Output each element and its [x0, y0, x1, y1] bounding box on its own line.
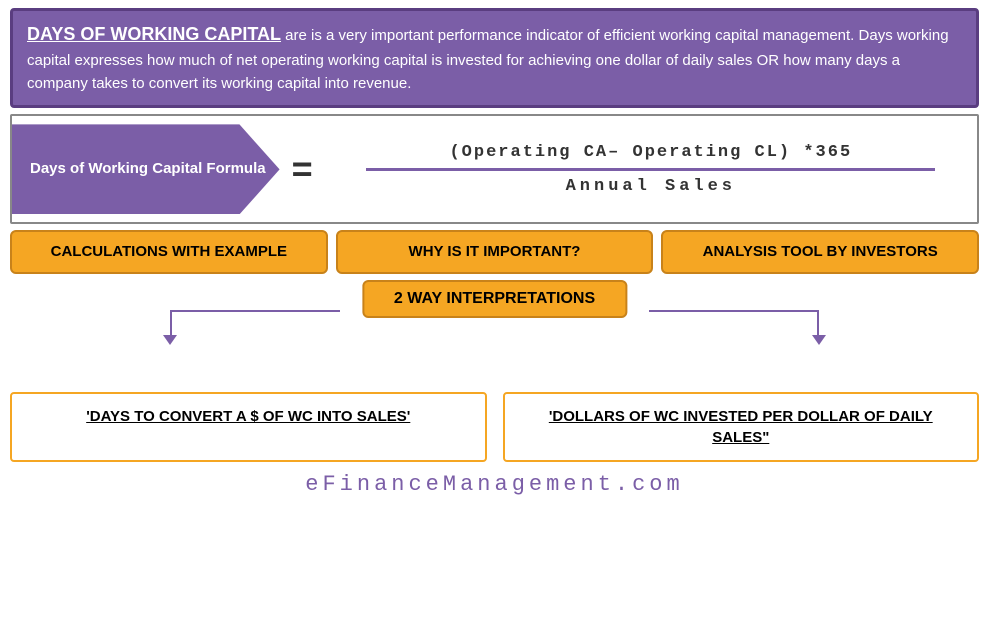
interp-card-days: 'DAYS TO CONVERT A $ OF WC INTO SALES' — [10, 392, 487, 462]
header-box: DAYS OF WORKING CAPITAL are is a very im… — [10, 8, 979, 108]
formula-row: Days of Working Capital Formula = (Opera… — [10, 114, 979, 224]
formula-arrow-label: Days of Working Capital Formula — [12, 124, 280, 214]
arrow-right-horizontal — [649, 310, 819, 312]
arrowhead-right — [812, 335, 826, 345]
calc-button[interactable]: CALCULATIONS WITH EXAMPLE — [10, 230, 328, 274]
fraction-denominator: Annual Sales — [566, 173, 736, 196]
fraction-line — [366, 168, 935, 171]
header-title: DAYS OF WORKING CAPITAL — [27, 24, 281, 44]
interpretations-button[interactable]: 2 WAY INTERPRETATIONS — [362, 280, 627, 318]
arrowhead-left — [163, 335, 177, 345]
arrow-left-vertical — [170, 310, 172, 338]
fraction-numerator: (Operating CA– Operating CL) *365 — [449, 143, 852, 166]
why-button[interactable]: WHY IS IT IMPORTANT? — [336, 230, 654, 274]
footer-text: eFinanceManagement.com — [10, 472, 979, 501]
interp-card-dollars: 'DOLLARS OF WC INVESTED PER DOLLAR OF DA… — [503, 392, 980, 462]
fraction-box: (Operating CA– Operating CL) *365 Annual… — [325, 139, 977, 200]
interp-cards-row: 'DAYS TO CONVERT A $ OF WC INTO SALES' '… — [10, 392, 979, 462]
page-wrapper: DAYS OF WORKING CAPITAL are is a very im… — [0, 0, 989, 629]
arrow-right-vertical — [817, 310, 819, 338]
analysis-button[interactable]: ANALYSIS TOOL BY INVESTORS — [661, 230, 979, 274]
interpretations-section: 2 WAY INTERPRETATIONS 'DAYS TO CONVERT A… — [10, 280, 979, 462]
equals-sign: = — [280, 148, 325, 190]
buttons-row: CALCULATIONS WITH EXAMPLE WHY IS IT IMPO… — [10, 230, 979, 274]
arrow-left-horizontal — [170, 310, 340, 312]
